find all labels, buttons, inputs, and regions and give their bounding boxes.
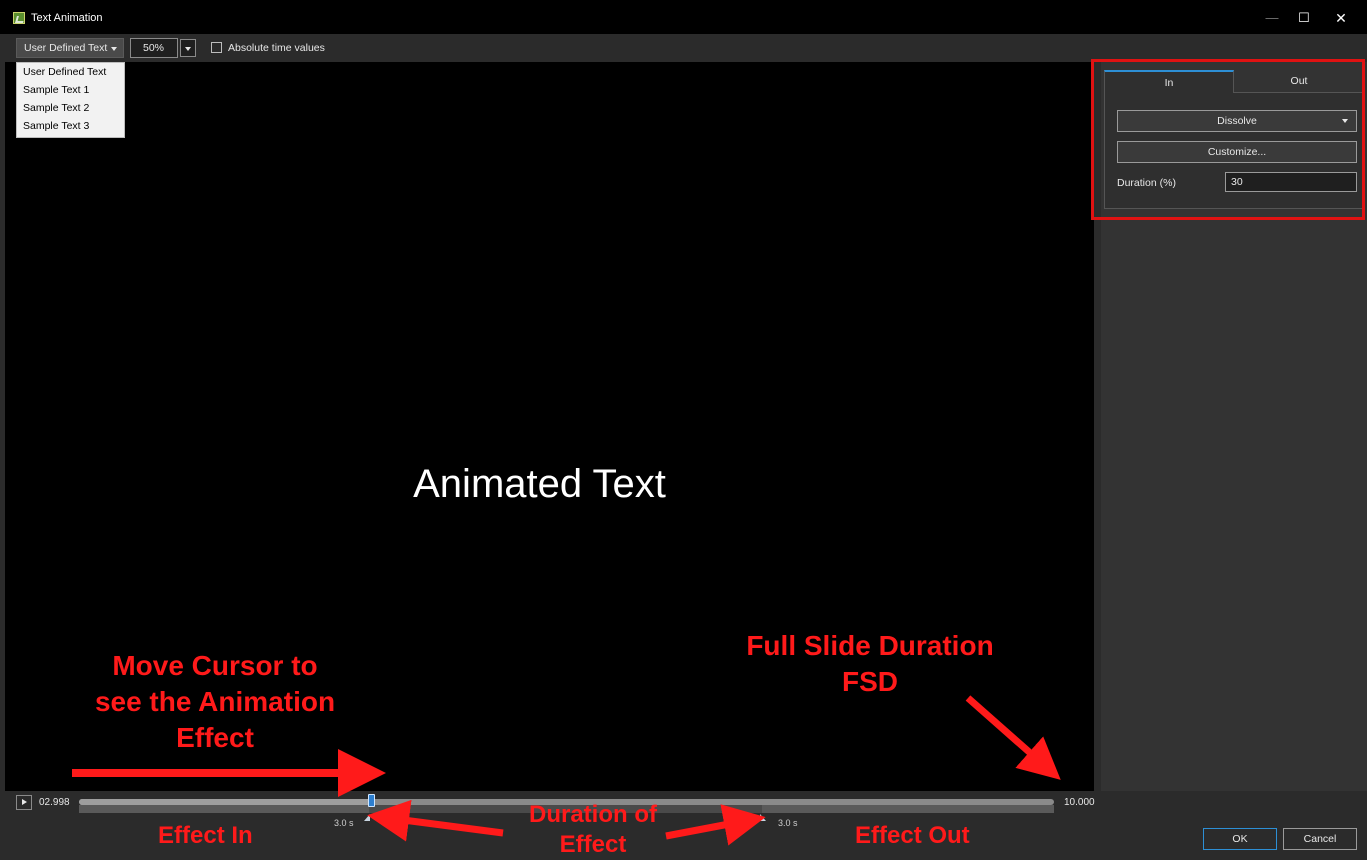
dropdown-option-sample-3[interactable]: Sample Text 3 bbox=[23, 117, 89, 135]
text-preset-dropdown: User Defined Text Sample Text 1 Sample T… bbox=[16, 62, 125, 138]
effect-in-band bbox=[79, 805, 369, 813]
minimize-button[interactable]: — bbox=[1258, 8, 1286, 28]
annotation-duration-of-effect: Duration of Effect bbox=[529, 801, 657, 858]
effect-out-marker[interactable] bbox=[760, 814, 766, 821]
window-title: Text Animation bbox=[31, 12, 103, 24]
zoom-select[interactable]: 50% bbox=[130, 38, 178, 58]
ok-button[interactable]: OK bbox=[1203, 828, 1277, 850]
dropdown-option-sample-2[interactable]: Sample Text 2 bbox=[23, 99, 89, 117]
effect-out-band bbox=[762, 805, 1054, 813]
text-preset-select[interactable]: User Defined Text bbox=[16, 38, 124, 58]
chevron-down-icon bbox=[111, 47, 117, 51]
annotation-effect-out: Effect Out bbox=[855, 822, 970, 849]
absolute-time-label: Absolute time values bbox=[228, 42, 325, 54]
title-bar bbox=[0, 0, 1367, 34]
close-button[interactable]: ✕ bbox=[1327, 8, 1355, 28]
effect-out-duration: 3.0 s bbox=[778, 818, 798, 828]
total-time: 10.000 bbox=[1064, 797, 1095, 808]
toolbar bbox=[0, 34, 1367, 62]
arrow-duration-in bbox=[367, 799, 504, 842]
effect-in-marker[interactable] bbox=[364, 814, 370, 821]
timeline-cursor-handle[interactable] bbox=[368, 794, 375, 807]
app-icon bbox=[13, 12, 25, 24]
annotation-effect-in: Effect In bbox=[158, 822, 253, 849]
current-time: 02.998 bbox=[39, 797, 70, 808]
text-preset-value: User Defined Text bbox=[24, 42, 108, 54]
annotation-move-cursor: Move Cursor to see the Animation Effect bbox=[94, 650, 336, 753]
highlight-box bbox=[1091, 59, 1365, 220]
annotation-full-slide-duration: Full Slide Duration FSD bbox=[746, 630, 994, 697]
zoom-dropdown-button[interactable] bbox=[180, 39, 196, 57]
dropdown-option-user-defined[interactable]: User Defined Text bbox=[23, 63, 106, 81]
dropdown-option-sample-1[interactable]: Sample Text 1 bbox=[23, 81, 89, 99]
absolute-time-checkbox[interactable] bbox=[211, 42, 222, 53]
cancel-button[interactable]: Cancel bbox=[1283, 828, 1357, 850]
effect-in-duration: 3.0 s bbox=[334, 818, 354, 828]
play-icon[interactable] bbox=[16, 795, 32, 810]
animated-text-preview: Animated Text bbox=[413, 462, 666, 506]
maximize-button[interactable]: ☐ bbox=[1290, 8, 1318, 28]
